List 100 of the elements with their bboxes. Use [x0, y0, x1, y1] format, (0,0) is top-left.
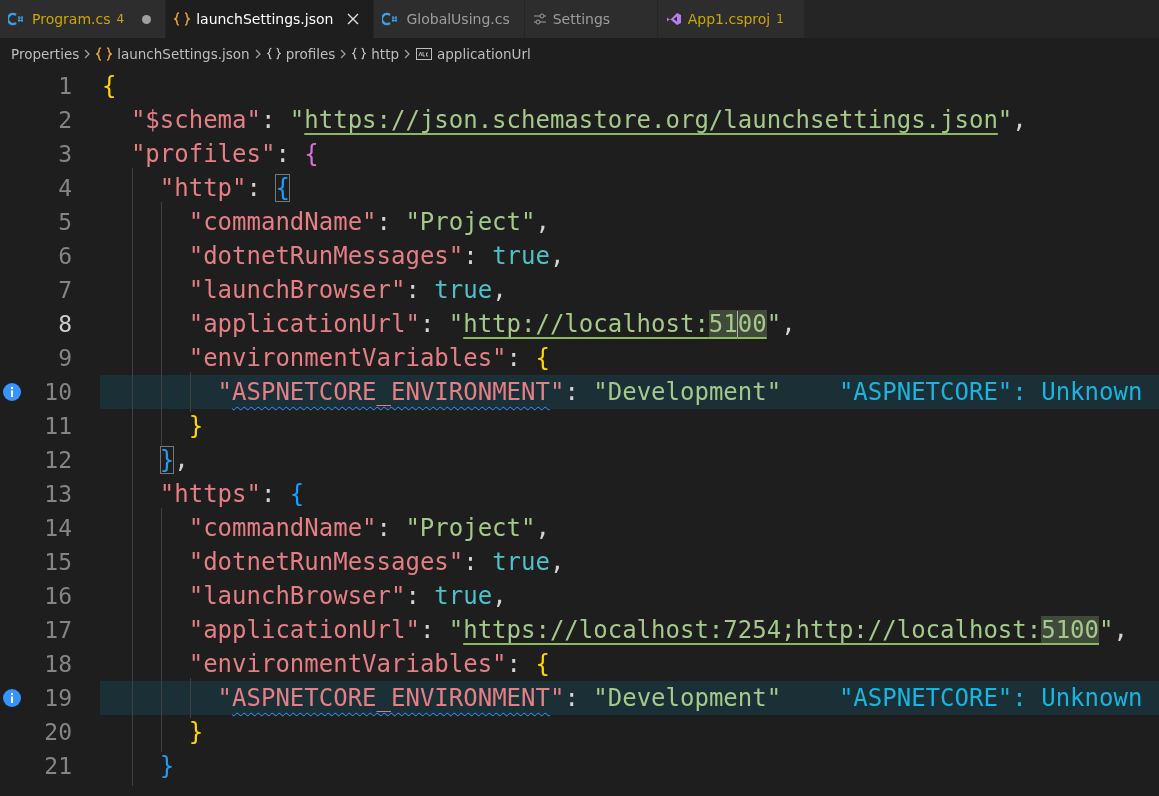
- code-token: true: [434, 582, 493, 610]
- code-token: ": [448, 310, 464, 338]
- code-token: :: [246, 174, 261, 202]
- code-token: ": [1099, 616, 1114, 644]
- code-token: ,: [1012, 106, 1027, 134]
- code-token: ": [997, 106, 1013, 134]
- code-token: :: [275, 140, 290, 168]
- tab-label: GlobalUsing.cs: [406, 11, 510, 27]
- code-token: {: [289, 480, 305, 508]
- breadcrumb-item[interactable]: http: [371, 45, 400, 62]
- code-token: "Development": [593, 684, 782, 712]
- line-number: 3: [57, 141, 72, 167]
- code-token: 5100: [1041, 616, 1099, 644]
- code-token: }: [188, 412, 204, 440]
- code-token: }: [188, 718, 204, 746]
- code-token: "Development": [593, 378, 782, 406]
- line-number: 6: [57, 243, 72, 269]
- code-token: ": [549, 684, 565, 712]
- editor-tab[interactable]: launchSettings.json: [166, 0, 375, 38]
- code-token: "Project": [405, 208, 536, 236]
- breadcrumb-item[interactable]: applicationUrl: [437, 45, 531, 62]
- braces-icon: [174, 12, 191, 26]
- line-number: 1: [57, 73, 72, 99]
- code-token: "dotnetRunMessages": [188, 242, 464, 270]
- code-token: ": [766, 310, 782, 338]
- code-token: :: [564, 684, 579, 712]
- code-token: "profiles": [130, 140, 276, 168]
- editor-tab[interactable]: GlobalUsing.cs: [374, 0, 525, 38]
- line-number: 10: [43, 379, 72, 405]
- line-number: 12: [43, 447, 72, 473]
- code-token: :: [405, 582, 420, 610]
- braces-icon: [266, 47, 281, 60]
- code-token: "launchBrowser": [188, 582, 406, 610]
- code-token: ": [217, 684, 233, 712]
- sliders-icon: [532, 13, 547, 25]
- code-token: 51: [708, 310, 738, 338]
- breadcrumb-item[interactable]: Properties: [11, 45, 80, 62]
- code-token: ,: [492, 582, 507, 610]
- string-icon: [416, 47, 433, 60]
- chevron-icon: [254, 48, 262, 59]
- line-number: 19: [43, 685, 72, 711]
- info-icon[interactable]: [3, 383, 21, 401]
- code-token: "launchBrowser": [188, 276, 406, 304]
- line-number: 8: [57, 311, 72, 337]
- close-icon[interactable]: [347, 13, 360, 25]
- code-token: {: [275, 174, 290, 202]
- code-token: "http": [159, 174, 247, 202]
- code-token: :: [419, 310, 435, 338]
- chevron-icon: [84, 48, 92, 59]
- inline-hint: "ASPNETCORE": Unknown: [838, 378, 1143, 406]
- editor-tab[interactable]: Settings: [524, 0, 658, 38]
- code-token: ": [549, 378, 565, 406]
- line-number: 5: [57, 209, 72, 235]
- code-token: }: [159, 446, 175, 474]
- code-token: ,: [535, 208, 550, 236]
- code-token: :: [506, 344, 522, 372]
- tab-label: App1.csproj: [687, 11, 771, 27]
- editor-tab[interactable]: Program.cs 4: [0, 0, 167, 38]
- tab-label: Settings: [552, 11, 611, 27]
- problem-count: 4: [116, 12, 125, 26]
- code-token: https://localhost:7254;http://localhost:: [463, 616, 1042, 644]
- code-token: {: [535, 650, 550, 678]
- info-icon[interactable]: [3, 689, 21, 707]
- code-token: :: [463, 242, 478, 270]
- breadcrumb-item[interactable]: launchSettings.json: [117, 45, 250, 62]
- code-token: {: [304, 140, 319, 168]
- code-token: "environmentVariables": [188, 344, 507, 372]
- editor-tab[interactable]: App1.csproj 1: [657, 0, 805, 38]
- problem-count: 1: [776, 12, 784, 26]
- line-number: 17: [43, 617, 72, 643]
- inline-hint: "ASPNETCORE": Unknown: [838, 684, 1143, 712]
- line-number: 18: [43, 651, 72, 677]
- code-token: ASPNETCORE_ENVIRONMENT: [232, 378, 550, 406]
- line-number: 4: [57, 175, 72, 201]
- code-token: true: [434, 276, 493, 304]
- code-token: ": [289, 106, 305, 134]
- code-token: :: [405, 276, 420, 304]
- line-number: 21: [43, 753, 72, 779]
- code-token: ,: [492, 276, 507, 304]
- code-token: :: [260, 480, 276, 508]
- code-token: }: [159, 752, 175, 780]
- code-token: "applicationUrl": [188, 616, 420, 644]
- line-number: 16: [43, 583, 72, 609]
- breadcrumb-item[interactable]: profiles: [285, 45, 336, 62]
- code-token: ,: [174, 446, 189, 474]
- tab-label: Program.cs: [32, 11, 111, 27]
- braces-icon: [352, 47, 367, 60]
- code-token: :: [419, 616, 435, 644]
- code-token: :: [463, 548, 478, 576]
- code-token: ,: [549, 242, 565, 270]
- line-number: 15: [43, 549, 72, 575]
- code-token: true: [492, 548, 550, 576]
- chevron-icon: [404, 48, 412, 59]
- code-token: "environmentVariables": [188, 650, 507, 678]
- line-number: 13: [43, 481, 72, 507]
- chevron-icon: [340, 48, 348, 59]
- code-token: :: [376, 208, 391, 236]
- code-token: 00: [737, 310, 767, 338]
- code-token: :: [506, 650, 522, 678]
- line-number: 20: [43, 719, 72, 745]
